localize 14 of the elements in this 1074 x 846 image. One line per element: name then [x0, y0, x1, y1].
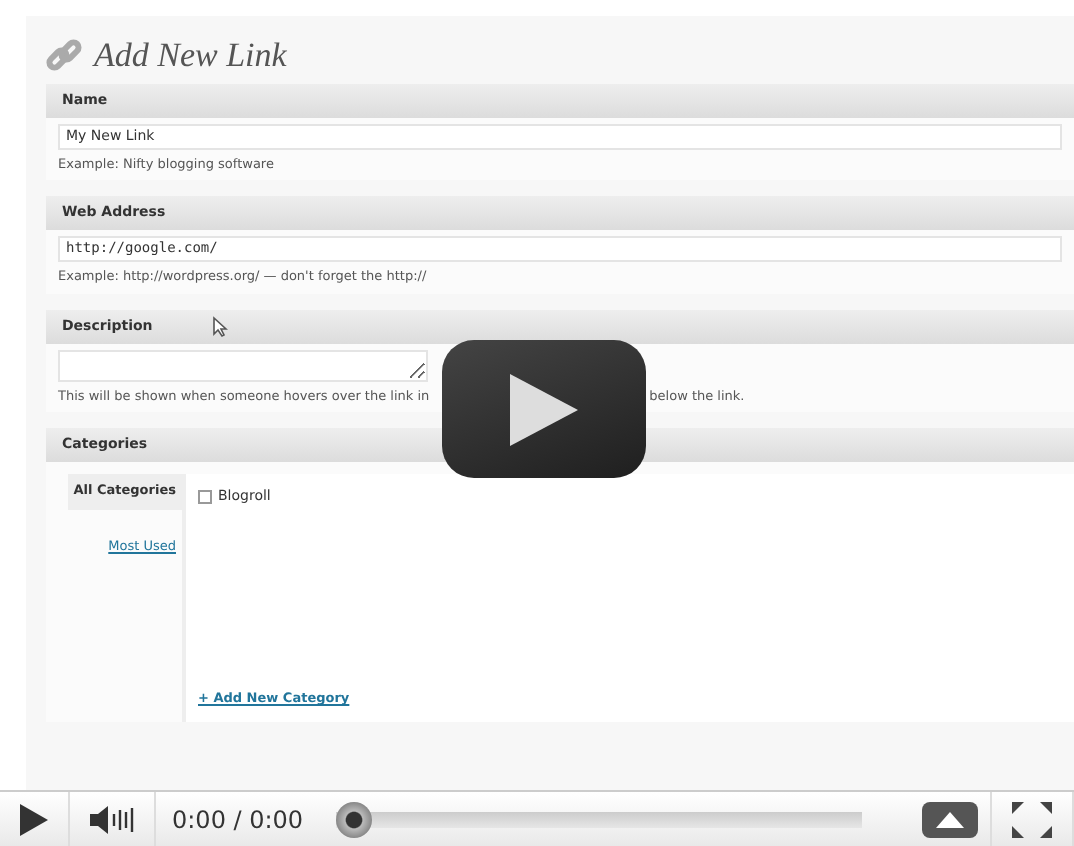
- play-icon: [506, 369, 582, 449]
- fullscreen-button[interactable]: [990, 792, 1074, 846]
- speaker-icon: [90, 805, 134, 833]
- expand-up-button[interactable]: [922, 801, 978, 837]
- progress-thumb[interactable]: [335, 801, 372, 837]
- play-button[interactable]: [442, 340, 646, 478]
- time-display: 0:00 / 0:00: [170, 803, 306, 837]
- triangle-up-icon: [936, 811, 964, 827]
- chain-link-icon: [46, 38, 82, 74]
- play-icon: [20, 803, 48, 835]
- checkbox[interactable]: [198, 489, 212, 503]
- mouse-cursor-icon: [212, 315, 229, 337]
- fullscreen-icon: [1012, 801, 1052, 837]
- page-title: Add New Link: [94, 34, 287, 79]
